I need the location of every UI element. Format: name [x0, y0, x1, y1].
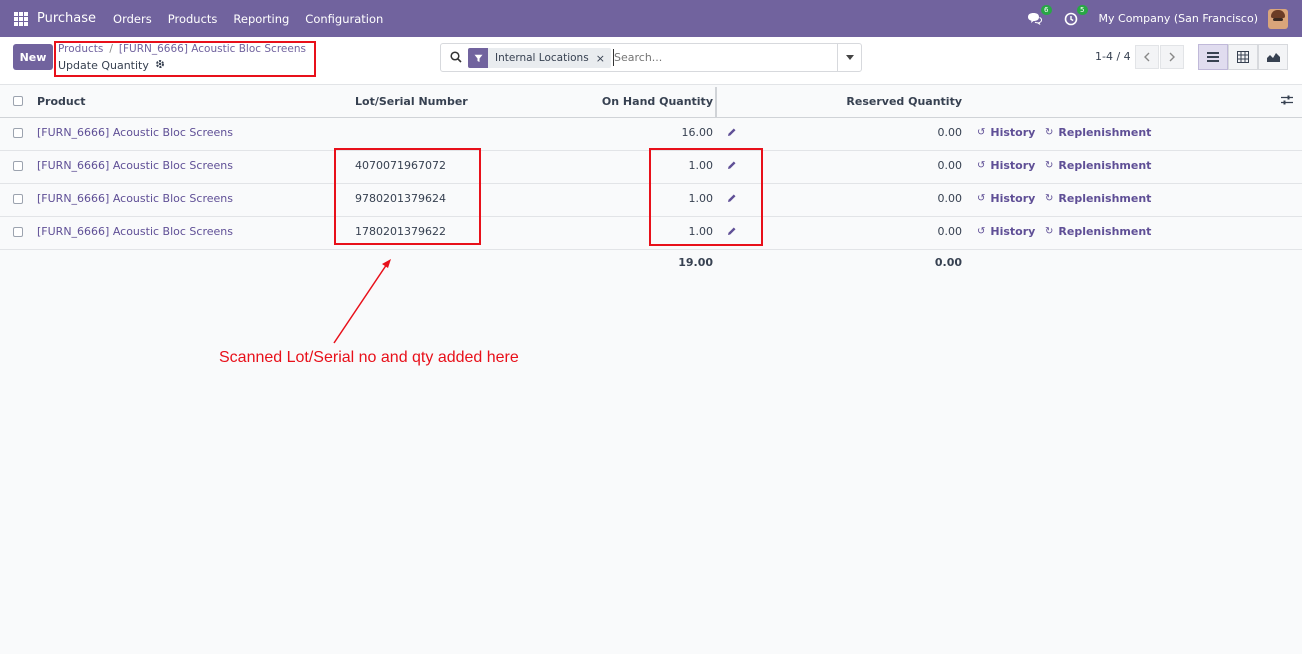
history-button[interactable]: ↺ History [977, 159, 1035, 172]
column-header-on-hand[interactable]: On Hand Quantity [602, 95, 713, 108]
pager-value[interactable]: 1-4 / 4 [1095, 50, 1131, 63]
total-on-hand: 19.00 [678, 256, 713, 269]
table-row[interactable]: [FURN_6666] Acoustic Bloc Screens 16.00 … [0, 118, 1302, 151]
on-hand-cell[interactable]: 16.00 [682, 126, 714, 139]
column-header-lot[interactable]: Lot/Serial Number [355, 95, 468, 108]
annotation-arrow [333, 259, 391, 344]
new-button[interactable]: New [13, 44, 53, 70]
history-icon: ↺ [977, 127, 986, 138]
reserved-cell: 0.00 [937, 126, 963, 139]
column-header-product[interactable]: Product [37, 95, 86, 108]
table-header: Product Lot/Serial Number On Hand Quanti… [0, 85, 1302, 118]
refresh-icon: ↻ [1045, 160, 1054, 171]
row-checkbox[interactable] [13, 194, 23, 204]
activity-badge: 5 [1077, 4, 1088, 15]
replenishment-button[interactable]: ↻ Replenishment [1045, 126, 1151, 139]
annotation-text: Scanned Lot/Serial no and qty added here [219, 349, 519, 366]
product-cell[interactable]: [FURN_6666] Acoustic Bloc Screens [37, 225, 233, 238]
chat-icon[interactable]: 6 [1027, 4, 1052, 27]
history-button[interactable]: ↺ History [977, 126, 1035, 139]
history-icon: ↺ [977, 193, 986, 204]
reserved-cell: 0.00 [937, 159, 963, 172]
replenishment-label: Replenishment [1058, 192, 1152, 205]
list-view-button[interactable] [1198, 44, 1228, 70]
refresh-icon: ↻ [1045, 226, 1054, 237]
company-switcher[interactable]: My Company (San Francisco) [1099, 12, 1258, 25]
column-resize-handle[interactable] [715, 87, 717, 117]
history-label: History [990, 159, 1036, 172]
product-cell[interactable]: [FURN_6666] Acoustic Bloc Screens [37, 126, 233, 139]
history-icon: ↺ [977, 160, 986, 171]
annotation-box-lots [334, 148, 481, 245]
history-label: History [990, 126, 1036, 139]
history-button[interactable]: ↺ History [977, 225, 1035, 238]
history-icon: ↺ [977, 226, 986, 237]
search-bar: Internal Locations × [440, 43, 862, 72]
pivot-view-button[interactable] [1228, 44, 1258, 70]
replenishment-label: Replenishment [1058, 225, 1152, 238]
graph-view-button[interactable] [1258, 44, 1288, 70]
pager-next-button[interactable] [1160, 45, 1184, 69]
menu-reporting[interactable]: Reporting [225, 12, 297, 26]
chat-badge: 6 [1041, 4, 1052, 15]
history-label: History [990, 192, 1036, 205]
row-checkbox[interactable] [13, 161, 23, 171]
filter-facet-label: Internal Locations [495, 52, 589, 64]
replenishment-label: Replenishment [1058, 159, 1152, 172]
total-reserved: 0.00 [934, 256, 962, 269]
annotation-box-title [54, 41, 316, 77]
search-dropdown-toggle[interactable] [837, 44, 861, 71]
user-avatar[interactable] [1268, 8, 1288, 29]
replenishment-label: Replenishment [1058, 126, 1152, 139]
select-all-checkbox[interactable] [13, 96, 23, 106]
reserved-cell: 0.00 [937, 225, 963, 238]
product-cell[interactable]: [FURN_6666] Acoustic Bloc Screens [37, 192, 233, 205]
filter-facet: Internal Locations × [468, 48, 611, 68]
replenishment-button[interactable]: ↻ Replenishment [1045, 159, 1151, 172]
pencil-icon[interactable] [727, 127, 737, 140]
menu-orders[interactable]: Orders [105, 12, 160, 26]
search-icon[interactable] [450, 51, 462, 66]
row-checkbox[interactable] [13, 128, 23, 138]
filter-icon [468, 48, 488, 68]
menu-products[interactable]: Products [160, 12, 226, 26]
main-menu: Orders Products Reporting Configuration [105, 12, 391, 26]
refresh-icon: ↻ [1045, 193, 1054, 204]
close-icon[interactable]: × [596, 52, 611, 65]
reserved-cell: 0.00 [937, 192, 963, 205]
activity-clock-icon[interactable]: 5 [1063, 4, 1088, 27]
optional-columns-icon[interactable] [1281, 94, 1293, 108]
history-label: History [990, 225, 1036, 238]
product-cell[interactable]: [FURN_6666] Acoustic Bloc Screens [37, 159, 233, 172]
replenishment-button[interactable]: ↻ Replenishment [1045, 192, 1151, 205]
pager-previous-button[interactable] [1135, 45, 1159, 69]
row-checkbox[interactable] [13, 227, 23, 237]
apps-menu-icon[interactable] [14, 11, 28, 26]
column-header-reserved[interactable]: Reserved Quantity [846, 95, 962, 108]
replenishment-button[interactable]: ↻ Replenishment [1045, 225, 1151, 238]
table-footer-totals: 19.00 0.00 [0, 255, 1302, 270]
search-input[interactable] [613, 49, 833, 66]
app-name[interactable]: Purchase [37, 11, 96, 26]
annotation-box-quantities [649, 148, 763, 246]
refresh-icon: ↻ [1045, 127, 1054, 138]
control-panel: New Products / [FURN_6666] Acoustic Bloc S… [0, 37, 1302, 85]
top-navbar: Purchase Orders Products Reporting Confi… [0, 0, 1302, 37]
menu-configuration[interactable]: Configuration [297, 12, 391, 26]
history-button[interactable]: ↺ History [977, 192, 1035, 205]
